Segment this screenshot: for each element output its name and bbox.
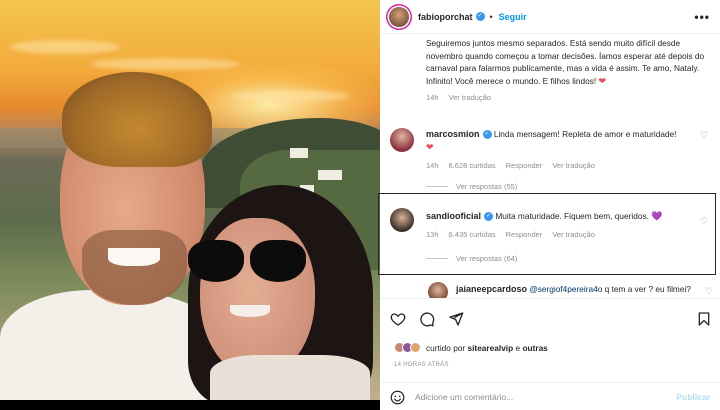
man-beard [82,230,187,305]
add-comment-bar: Publicar [380,382,720,410]
translate-link[interactable]: Ver tradução [552,161,595,170]
red-heart-emoji: ❤ [598,75,607,86]
cloud [230,90,350,102]
share-send-icon[interactable] [448,311,464,327]
man-hair [62,72,212,167]
publish-button[interactable]: Publicar [676,392,710,402]
caption-text: Seguiremos juntos mesmo separados. Está … [426,38,705,86]
comment-time[interactable]: 14h [426,161,439,170]
header-separator: • [489,11,493,22]
verified-badge-icon: ✓ [482,130,492,140]
comment-bubble-icon[interactable] [419,311,435,327]
view-replies-label: Ver respostas (55) [456,182,518,191]
caption-meta: 14h Ver tradução [426,92,711,105]
liked-by-and: e [515,342,521,353]
comment-likes[interactable]: 6.628 curtidas [449,161,496,170]
comment-text: q tem a ver ? eu [604,284,665,294]
comment-text-continued: filmei? [666,284,691,294]
man-smile [108,248,160,266]
comment-text: Linda mensagem! Repleta de amor e maturi… [493,129,677,139]
house [290,148,308,158]
post-photo[interactable] [0,0,380,400]
heart-outline-icon[interactable]: ♡ [700,130,708,141]
comment-meta: 14h 6.628 curtidas Responder Ver traduçã… [426,161,595,170]
woman-smile [230,305,270,317]
liked-by-user[interactable]: sitearealvip [468,343,514,353]
post-timestamp[interactable]: 14 HORAS ATRÁS [394,362,449,368]
comment-username[interactable]: jaianeepcardoso [456,284,527,294]
highlight-box [378,193,716,275]
caption-translate-link[interactable]: Ver tradução [449,92,492,105]
commenter-avatar[interactable] [390,128,414,152]
commenter-avatar[interactable] [428,282,448,298]
more-options-icon[interactable]: ••• [694,10,710,24]
caption-time[interactable]: 14h [426,92,439,105]
comment-body: marcosmion ✓ Linda mensagem! Repleta de a… [426,128,686,153]
mention-link[interactable]: @sergiof4pereira4o [529,284,602,294]
liked-by: curtido por sitearealvip e outras [394,342,548,353]
woman-shirt [210,355,370,400]
heart-outline-icon[interactable]: ♡ [705,286,713,297]
house [318,170,342,180]
cloud [90,58,240,70]
reply-item: jaianeepcardoso @sergiof4pereira4o q tem… [428,280,713,298]
replies-divider [426,186,448,187]
comment-username[interactable]: marcosmion [426,129,480,139]
author-avatar[interactable] [389,6,409,27]
liked-by-prefix: curtido por [426,342,466,353]
red-heart-emoji: ❤ [426,141,434,152]
action-icons [390,311,464,327]
verified-badge-icon: ✓ [475,12,485,21]
post-header: fabioporchat ✓ • Seguir ••• [380,0,720,34]
liker-avatar [410,342,421,353]
reply-button[interactable]: Responder [506,161,543,170]
comment-input[interactable] [415,392,645,402]
author-username[interactable]: fabioporchat [418,12,473,22]
follow-button[interactable]: Seguir [499,12,527,22]
emoji-smiley-icon[interactable] [390,390,405,405]
comment-body: jaianeepcardoso @sergiof4pereira4o q tem… [456,283,706,296]
caption: Seguiremos juntos mesmo separados. Está … [426,37,711,105]
cloud [10,40,120,54]
sunglasses [188,240,308,284]
comment-item: marcosmion ✓ Linda mensagem! Repleta de a… [388,126,713,196]
save-bookmark-icon[interactable] [696,311,712,327]
liked-by-others[interactable]: outras [522,343,547,353]
post-actions: curtido por sitearealvip e outras 14 HOR… [380,298,720,410]
like-heart-icon[interactable] [390,311,406,327]
view-replies-button[interactable]: Ver respostas (55) [426,182,517,191]
